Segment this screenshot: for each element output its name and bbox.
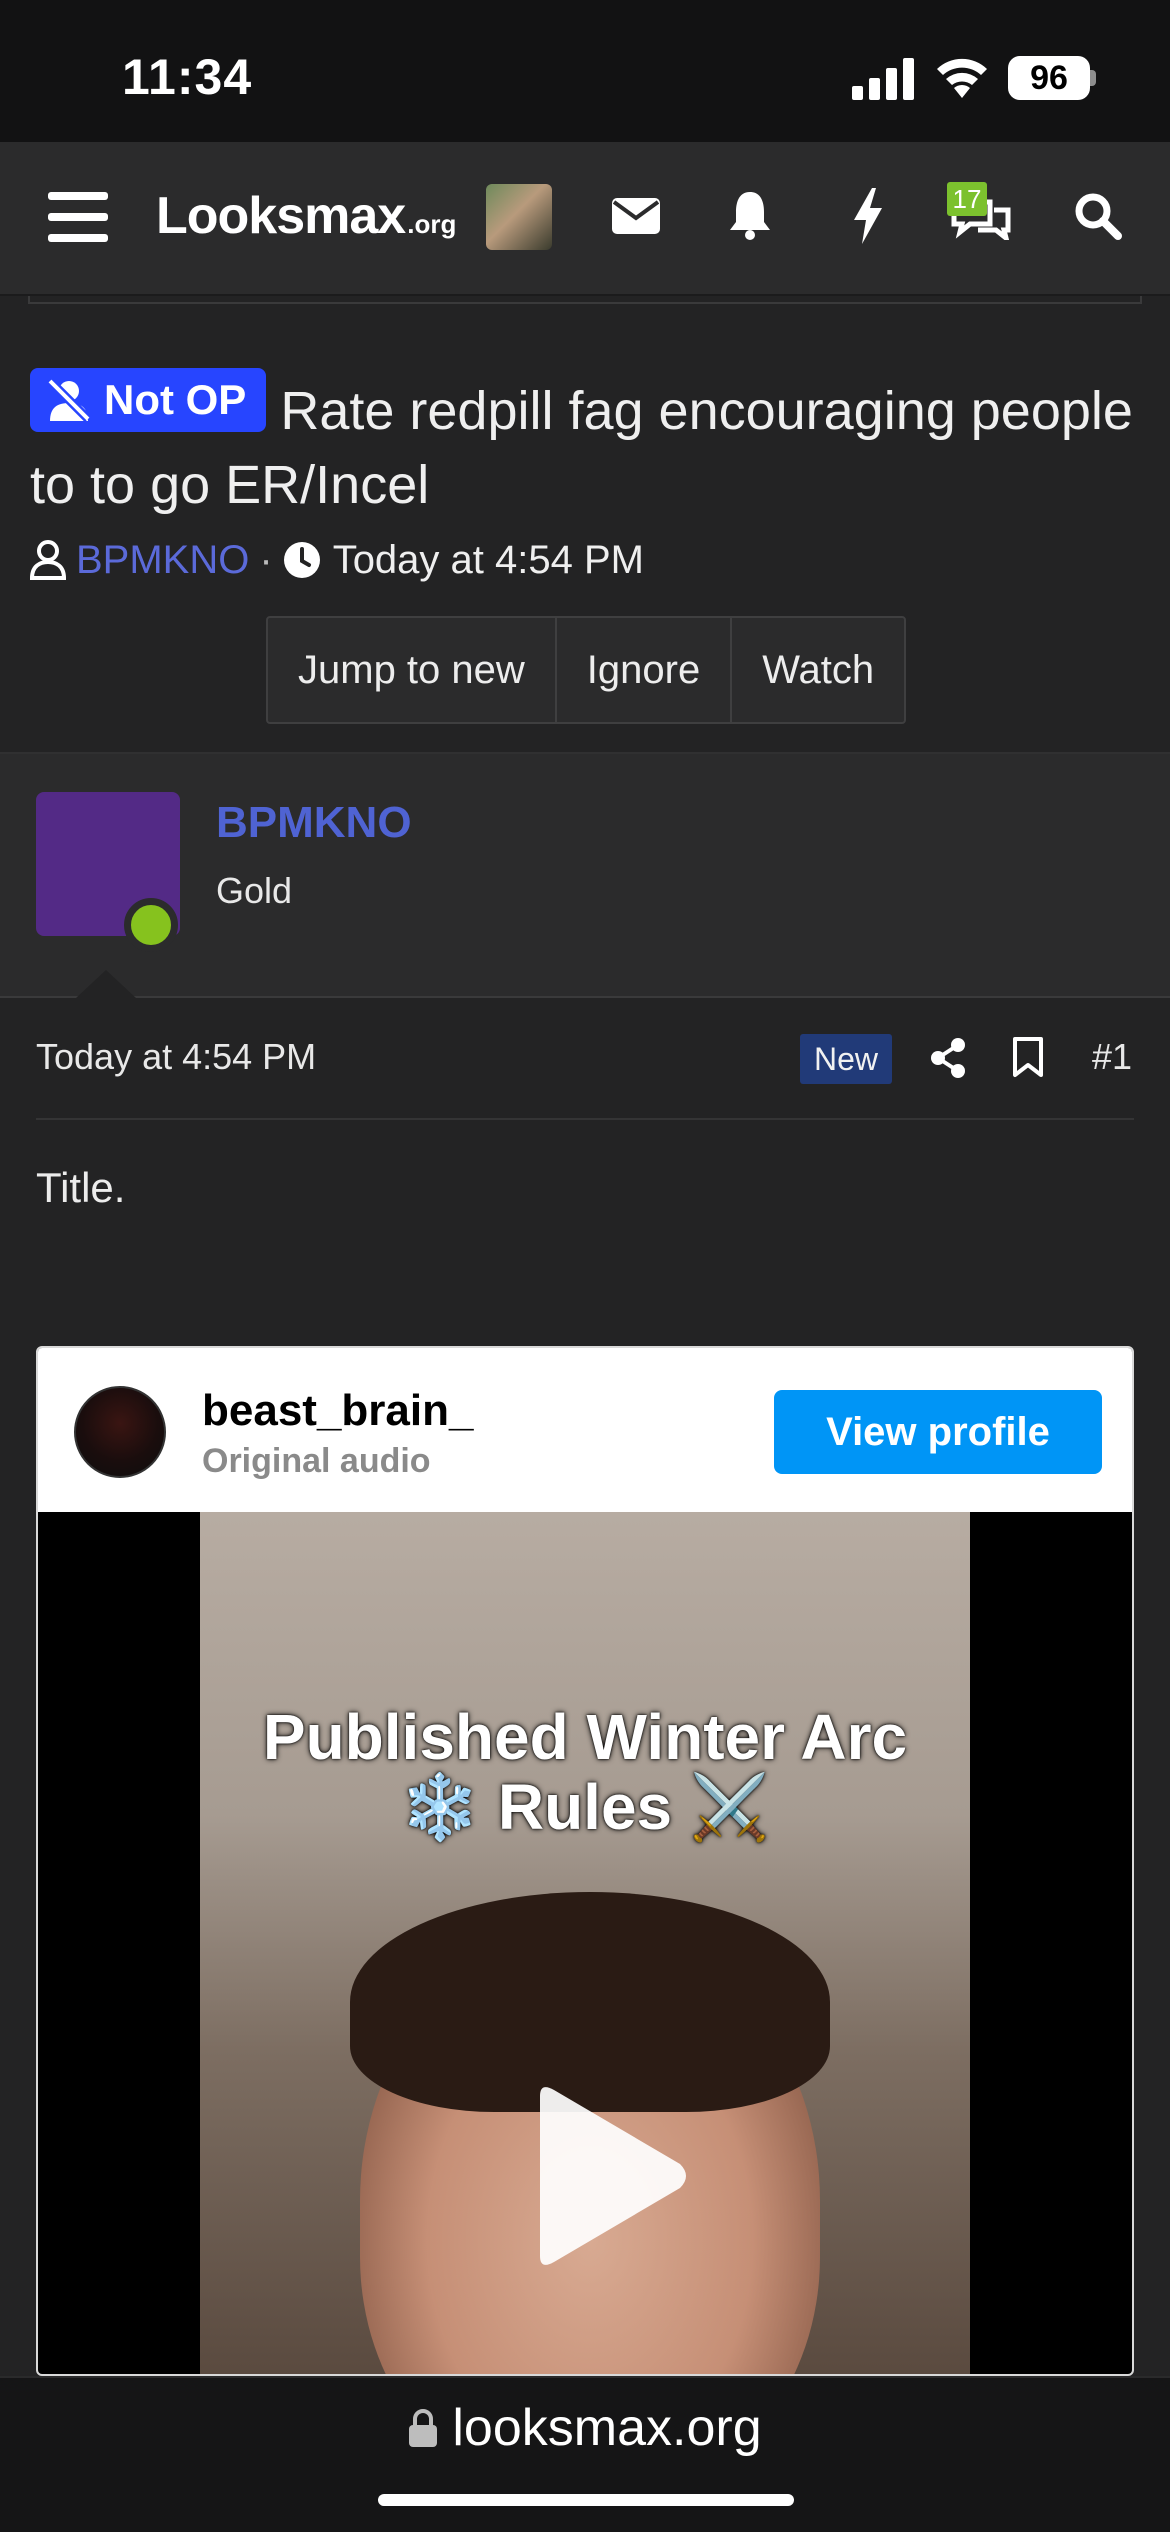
bell-icon[interactable] xyxy=(728,190,772,240)
thread-author-link[interactable]: BPMKNO xyxy=(76,538,249,583)
home-indicator[interactable] xyxy=(378,2494,794,2506)
clock-icon xyxy=(283,542,320,578)
user-rank: Gold xyxy=(216,870,293,911)
post-divider xyxy=(36,1118,1134,1120)
meta-separator: · xyxy=(259,537,273,582)
lock-icon xyxy=(409,2409,438,2447)
embed-header: beast_brain_ Original audio View profile xyxy=(38,1348,1132,1512)
nav-divider xyxy=(28,296,1142,304)
bookmark-icon[interactable] xyxy=(1012,1036,1044,1078)
not-op-badge: Not OP xyxy=(30,368,267,432)
wifi-icon xyxy=(937,58,987,98)
embed-avatar[interactable] xyxy=(74,1386,166,1478)
post-number-link[interactable]: #1 xyxy=(1092,1036,1132,1078)
view-profile-button[interactable]: View profile xyxy=(774,1390,1102,1474)
user-avatar[interactable] xyxy=(486,184,552,250)
share-icon[interactable] xyxy=(930,1038,966,1078)
site-logo[interactable]: Looksmax .org xyxy=(156,186,456,246)
embed-account-name[interactable]: beast_brain_ xyxy=(202,1386,473,1436)
online-indicator xyxy=(124,898,178,952)
ignore-button[interactable]: Ignore xyxy=(557,618,733,722)
url-domain: looksmax.org xyxy=(452,2399,762,2457)
lightning-icon[interactable] xyxy=(852,188,884,244)
battery-tip xyxy=(1090,70,1096,86)
thread-title: Not OP Rate redpill fag encouraging peop… xyxy=(30,368,1140,522)
post-date[interactable]: Today at 4:54 PM xyxy=(36,1036,316,1078)
video-caption-line2: ❄️ Rules ⚔️ xyxy=(400,1771,770,1843)
instagram-embed[interactable]: beast_brain_ Original audio View profile… xyxy=(36,1346,1134,2376)
mail-icon[interactable] xyxy=(612,198,660,234)
video-player[interactable]: Published Winter Arc ❄️ Rules ⚔️ xyxy=(200,1512,970,2374)
jump-to-new-button[interactable]: Jump to new xyxy=(268,618,557,722)
status-time: 11:34 xyxy=(122,49,253,105)
watch-button[interactable]: Watch xyxy=(732,618,904,722)
embed-subtitle: Original audio xyxy=(202,1442,431,1480)
conversations-badge: 17 xyxy=(947,182,987,216)
url-display[interactable]: looksmax.org xyxy=(0,2398,1170,2458)
signal-icon xyxy=(852,58,914,100)
not-op-label: Not OP xyxy=(104,376,247,423)
user-icon xyxy=(30,540,66,580)
post-username[interactable]: BPMKNO xyxy=(216,798,412,848)
search-icon[interactable] xyxy=(1074,192,1122,240)
battery-indicator: 96 xyxy=(1008,56,1090,100)
thread-time: Today at 4:54 PM xyxy=(332,537,644,582)
post-body: Title. xyxy=(36,1164,126,1211)
thread-meta: BPMKNO · Today at 4:54 PM xyxy=(30,532,644,588)
logo-text: Looksmax xyxy=(156,187,406,245)
menu-icon[interactable] xyxy=(48,192,108,242)
logo-tld: .org xyxy=(407,209,457,239)
user-slash-icon xyxy=(46,377,92,423)
play-icon[interactable] xyxy=(500,2076,700,2276)
thread-actions: Jump to new Ignore Watch xyxy=(266,616,907,724)
new-badge: New xyxy=(800,1034,893,1084)
author-arrow xyxy=(76,970,136,998)
video-caption-line1: Published Winter Arc xyxy=(262,1701,908,1773)
video-caption: Published Winter Arc ❄️ Rules ⚔️ xyxy=(200,1702,970,1842)
